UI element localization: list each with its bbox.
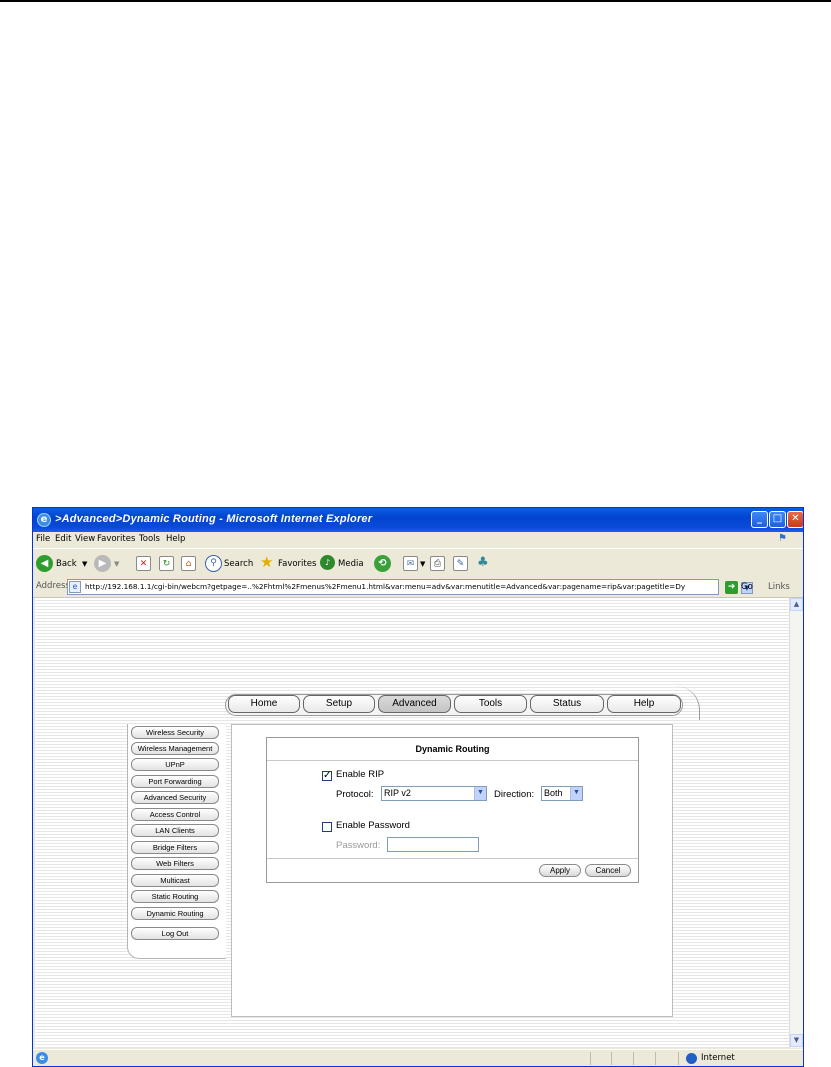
enable-rip-checkbox[interactable]: ✓ <box>322 771 332 781</box>
forward-arrow-icon[interactable]: ▶ <box>94 555 111 572</box>
menu-file[interactable]: File <box>36 534 50 544</box>
menu-bar: File Edit View Favorites Tools Help ⚑ <box>33 532 803 548</box>
sidebar-item-static-routing[interactable]: Static Routing <box>131 890 219 903</box>
history-icon[interactable]: ⟲ <box>374 555 391 572</box>
close-button[interactable]: ✕ <box>787 511 803 528</box>
status-bar: e Internet <box>33 1049 803 1066</box>
protocol-value: RIP v2 <box>384 788 411 798</box>
go-button[interactable]: Go <box>741 582 753 592</box>
menu-help[interactable]: Help <box>166 534 185 544</box>
tab-advanced[interactable]: Advanced <box>378 695 451 713</box>
back-arrow-icon[interactable]: ◀ <box>36 555 53 572</box>
sidebar-item-wireless-management[interactable]: Wireless Management <box>131 742 219 755</box>
sidebar-item-bridge-filters[interactable]: Bridge Filters <box>131 841 219 854</box>
status-divider <box>590 1052 591 1065</box>
sidebar-item-web-filters[interactable]: Web Filters <box>131 857 219 870</box>
sidebar-item-dynamic-routing[interactable]: Dynamic Routing <box>131 907 219 920</box>
ie-logo-icon: e <box>37 513 51 527</box>
back-dropdown-icon[interactable]: ▼ <box>82 555 87 573</box>
tab-tools[interactable]: Tools <box>454 695 527 713</box>
tab-home[interactable]: Home <box>228 695 300 713</box>
media-icon[interactable]: ♪ <box>320 555 335 570</box>
refresh-icon[interactable]: ↻ <box>159 556 174 571</box>
apply-button[interactable]: Apply <box>539 864 581 877</box>
page-top-rule <box>0 0 831 2</box>
edit-icon[interactable]: ✎ <box>453 556 468 571</box>
forward-dropdown-icon[interactable]: ▼ <box>114 555 119 573</box>
globe-icon <box>686 1053 697 1064</box>
status-divider <box>611 1052 612 1065</box>
page-icon: e <box>69 581 81 593</box>
main-panel: Dynamic Routing ✓ Enable RIP Protocol: R… <box>231 724 673 1017</box>
windows-flag-icon: ⚑ <box>778 533 787 544</box>
home-icon[interactable]: ⌂ <box>181 556 196 571</box>
address-bar: Address e http://192.168.1.1/cgi-bin/web… <box>33 578 803 598</box>
ie-status-icon: e <box>36 1052 48 1064</box>
form-footer: Apply Cancel <box>267 858 638 883</box>
enable-password-checkbox[interactable] <box>322 822 332 832</box>
mail-dropdown-icon[interactable]: ▼ <box>420 555 425 573</box>
enable-password-label: Enable Password <box>336 820 410 831</box>
vertical-scrollbar[interactable]: ▲ ▼ <box>789 598 803 1048</box>
ie-window: e >Advanced>Dynamic Routing - Microsoft … <box>32 507 804 1067</box>
tab-setup[interactable]: Setup <box>303 695 375 713</box>
sidebar-item-multicast[interactable]: Multicast <box>131 874 219 887</box>
security-zone: Internet <box>701 1053 735 1063</box>
search-button[interactable]: Search <box>224 555 253 573</box>
stop-icon[interactable]: ✕ <box>136 556 151 571</box>
window-title: >Advanced>Dynamic Routing - Microsoft In… <box>55 513 373 525</box>
address-input[interactable]: e http://192.168.1.1/cgi-bin/webcm?getpa… <box>67 579 753 595</box>
enable-rip-label: Enable RIP <box>336 769 385 780</box>
menu-view[interactable]: View <box>75 534 95 544</box>
chevron-down-icon[interactable]: ▼ <box>474 787 486 800</box>
sidebar-item-advanced-security[interactable]: Advanced Security <box>131 791 219 804</box>
tab-status[interactable]: Status <box>530 695 604 713</box>
page-title: Dynamic Routing <box>267 738 638 761</box>
protocol-label: Protocol: <box>336 789 374 800</box>
password-label: Password: <box>336 840 381 851</box>
sidebar-item-log-out[interactable]: Log Out <box>131 927 219 940</box>
status-divider <box>678 1052 679 1065</box>
tab-help[interactable]: Help <box>607 695 681 713</box>
cancel-button[interactable]: Cancel <box>585 864 631 877</box>
maximize-button[interactable]: □ <box>769 511 786 528</box>
messenger-icon[interactable]: ♣ <box>477 554 489 572</box>
links-button[interactable]: Links <box>768 582 790 592</box>
address-label: Address <box>36 581 70 591</box>
favorites-button[interactable]: Favorites <box>278 555 316 573</box>
menu-favorites[interactable]: Favorites <box>97 534 135 544</box>
address-url[interactable]: http://192.168.1.1/cgi-bin/webcm?getpage… <box>85 582 685 591</box>
go-arrow-icon[interactable]: ➜ <box>725 581 738 594</box>
dynamic-routing-box: Dynamic Routing ✓ Enable RIP Protocol: R… <box>266 737 639 883</box>
sidebar: Wireless Security Wireless Management UP… <box>127 724 226 959</box>
direction-value: Both <box>544 788 563 798</box>
title-bar: e >Advanced>Dynamic Routing - Microsoft … <box>33 508 803 532</box>
menu-edit[interactable]: Edit <box>55 534 71 544</box>
direction-label: Direction: <box>494 789 535 800</box>
chevron-down-icon[interactable]: ▼ <box>570 787 582 800</box>
minimize-button[interactable]: _ <box>751 511 768 528</box>
menu-tools[interactable]: Tools <box>139 534 160 544</box>
media-button[interactable]: Media <box>338 555 364 573</box>
sidebar-item-port-forwarding[interactable]: Port Forwarding <box>131 775 219 788</box>
scroll-up-icon[interactable]: ▲ <box>790 598 803 611</box>
direction-select[interactable]: Both ▼ <box>541 786 583 801</box>
status-divider <box>655 1052 656 1065</box>
status-divider <box>633 1052 634 1065</box>
password-input[interactable] <box>387 837 479 852</box>
protocol-select[interactable]: RIP v2 ▼ <box>381 786 487 801</box>
page-content: Home Setup Advanced Tools Status Help Wi… <box>35 598 789 1048</box>
print-icon[interactable]: ⎙ <box>430 556 445 571</box>
mail-icon[interactable]: ✉ <box>403 556 418 571</box>
toolbar: ◀ Back ▼ ▶ ▼ ✕ ↻ ⌂ ⚲ Search ★ Favorites … <box>33 548 803 580</box>
back-button[interactable]: Back <box>56 555 77 573</box>
sidebar-item-wireless-security[interactable]: Wireless Security <box>131 726 219 739</box>
scroll-down-icon[interactable]: ▼ <box>790 1034 803 1047</box>
sidebar-item-access-control[interactable]: Access Control <box>131 808 219 821</box>
sidebar-item-upnp[interactable]: UPnP <box>131 758 219 771</box>
sidebar-item-lan-clients[interactable]: LAN Clients <box>131 824 219 837</box>
search-icon[interactable]: ⚲ <box>205 555 222 572</box>
favorites-star-icon[interactable]: ★ <box>260 553 273 571</box>
